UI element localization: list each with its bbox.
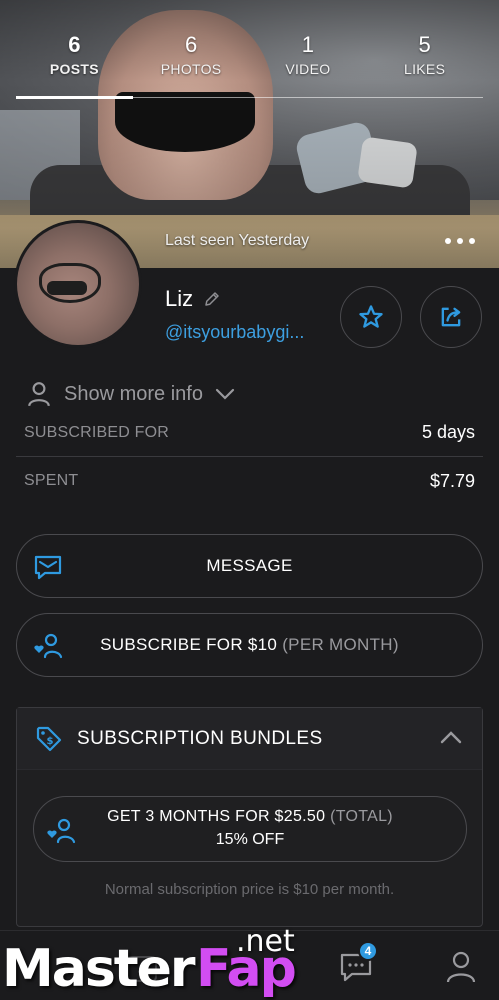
likes-count: 5 [418, 32, 431, 57]
chevron-up-icon [440, 731, 462, 744]
bundle-main-label: GET 3 MONTHS FOR $25.50 [107, 808, 326, 825]
bundle-3-months-button[interactable]: GET 3 MONTHS FOR $25.50 (TOTAL) 15% OFF [33, 796, 467, 862]
subscribed-for-label: SUBSCRIBED FOR [24, 423, 170, 441]
bundle-discount: 15% OFF [215, 831, 285, 848]
last-seen-status: Last seen Yesterday [165, 232, 310, 249]
profile-handle[interactable]: @itsyourbabygi... [165, 322, 304, 343]
likes-label: LIKES [404, 61, 446, 77]
svg-text:$: $ [47, 736, 54, 747]
video-label: VIDEO [285, 61, 331, 77]
subscribe-label: SUBSCRIBE FOR $10 (PER MONTH) [17, 635, 482, 655]
subscription-bundles-panel: $ SUBSCRIPTION BUNDLES GET 3 MONTHS FOR … [16, 707, 483, 927]
user-icon [28, 382, 50, 407]
subscribe-price: SUBSCRIBE FOR $10 [100, 635, 278, 654]
subscribe-user-heart-icon [34, 633, 63, 659]
bottom-navigation: 4 [0, 930, 499, 1000]
star-icon [359, 305, 383, 328]
posts-count: 6 [68, 32, 81, 57]
pencil-icon[interactable] [203, 290, 221, 308]
tab-photos[interactable]: 6 PHOTOS [133, 30, 250, 97]
unread-count-badge: 4 [358, 941, 378, 961]
message-label: MESSAGE [206, 556, 293, 575]
nav-messages[interactable]: 4 [334, 941, 378, 989]
favorite-button[interactable] [340, 286, 402, 348]
share-button[interactable] [420, 286, 482, 348]
spent-value: $7.79 [429, 470, 475, 491]
share-icon [441, 307, 461, 327]
bundle-price: GET 3 MONTHS FOR $25.50 (TOTAL) [34, 808, 466, 826]
show-more-info-toggle[interactable]: Show more info [26, 380, 235, 408]
bundle-total-label: (TOTAL) [330, 808, 393, 825]
normal-price-note: Normal subscription price is $10 per mon… [104, 881, 395, 898]
price-tag-icon: $ [36, 726, 62, 752]
video-count: 1 [301, 32, 314, 57]
profile-stats-tabs: 6 POSTS 6 PHOTOS 1 VIDEO 5 LIKES [16, 30, 483, 99]
subscribed-for-value: 5 days [421, 422, 475, 442]
profile-name: Liz [165, 286, 194, 311]
avatar[interactable] [14, 220, 142, 348]
subscription-bundles-header[interactable]: $ SUBSCRIPTION BUNDLES [17, 708, 482, 770]
spent-label: SPENT [24, 472, 79, 489]
tab-video[interactable]: 1 VIDEO [250, 30, 367, 97]
profile-name-row: Liz [165, 286, 221, 312]
message-icon [34, 555, 62, 580]
subscription-bundles-title: SUBSCRIPTION BUNDLES [77, 728, 323, 749]
message-button[interactable]: MESSAGE [16, 534, 483, 598]
show-more-info-label: Show more info [64, 382, 203, 405]
spent-row: SPENT $7.79 [16, 457, 483, 505]
subscribe-button[interactable]: SUBSCRIBE FOR $10 (PER MONTH) [16, 613, 483, 677]
photos-count: 6 [185, 32, 198, 57]
tab-likes[interactable]: 5 LIKES [366, 30, 483, 97]
profile-icon [446, 951, 476, 983]
nav-profile[interactable] [439, 945, 483, 989]
subscribe-period: (PER MONTH) [282, 635, 399, 654]
photos-label: PHOTOS [160, 61, 222, 77]
chevron-down-icon [215, 388, 235, 400]
add-post-icon[interactable] [120, 951, 160, 985]
tab-posts[interactable]: 6 POSTS [16, 30, 133, 99]
more-options-icon[interactable] [445, 228, 475, 254]
posts-label: POSTS [49, 61, 99, 77]
subscribed-for-row: SUBSCRIBED FOR 5 days [16, 409, 483, 457]
